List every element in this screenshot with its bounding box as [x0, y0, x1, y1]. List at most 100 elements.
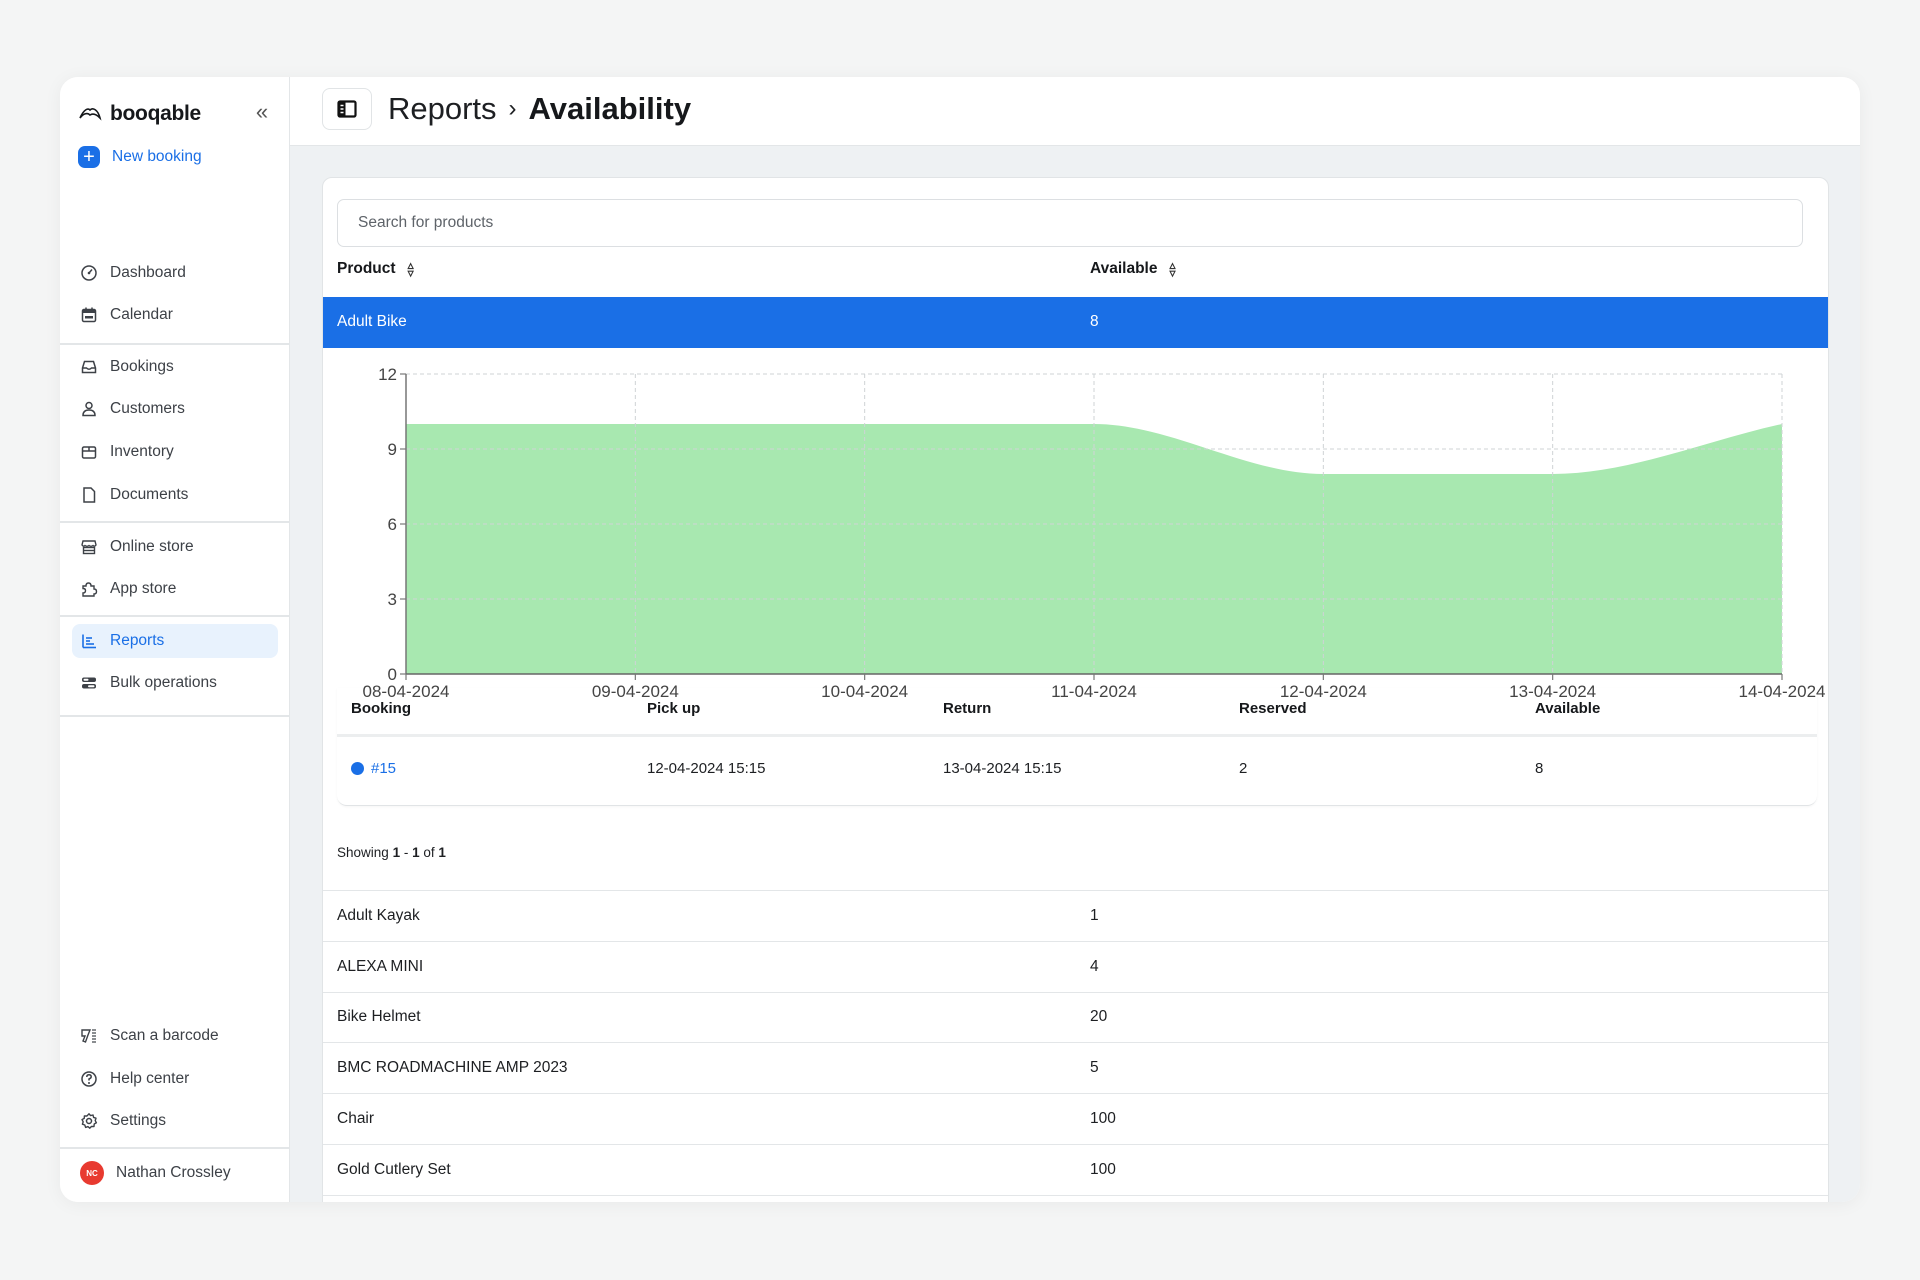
breadcrumb-separator: › [508, 95, 517, 122]
product-name: BMC ROADMACHINE AMP 2023 [337, 1059, 568, 1077]
booking-status-dot [351, 762, 364, 775]
table-row-selected[interactable]: Adult Bike 8 [323, 297, 1828, 348]
table-row[interactable]: ALEXA MINI 4 [323, 942, 1828, 993]
bookings-header-return: Return [943, 700, 992, 717]
bookings-header-reserved: Reserved [1239, 700, 1307, 717]
showing-total: 1 [438, 845, 446, 860]
showing-from: 1 [392, 845, 401, 860]
bookings-header-pickup: Pick up [647, 700, 701, 717]
help-icon [81, 1071, 97, 1087]
product-name: Adult Bike [337, 313, 407, 330]
y-tick-label: 12 [378, 365, 397, 384]
subtable-divider [337, 734, 1817, 737]
sidebar-divider [60, 521, 290, 523]
y-tick-label: 3 [388, 590, 397, 609]
booking-link[interactable]: #15 [351, 760, 396, 777]
booking-pickup: 12-04-2024 15:15 [647, 760, 766, 777]
puzzle-icon [82, 582, 98, 597]
nav-label: Customers [110, 400, 185, 417]
nav-label: New booking [112, 148, 202, 165]
sidebar-divider [60, 1147, 290, 1149]
dashboard-icon [81, 265, 97, 281]
product-name: Adult Kayak [337, 907, 420, 924]
product-available: 4 [1090, 957, 1099, 975]
user-menu[interactable]: NC Nathan Crossley [72, 1156, 278, 1190]
product-name: Bike Helmet [337, 1008, 421, 1026]
calendar-icon [81, 307, 97, 323]
logo[interactable]: booqable [78, 99, 201, 129]
showing-of: of [423, 845, 435, 860]
breadcrumb-reports-link[interactable]: Reports [388, 91, 497, 127]
booking-available: 8 [1535, 760, 1544, 777]
y-tick-label: 6 [388, 515, 397, 534]
sidebar-item-reports[interactable]: Reports [72, 624, 278, 658]
sidebar: booqable « + New booking Dashboard Calendar… [60, 77, 290, 1202]
sidebar-item-app-store[interactable]: App store [72, 572, 278, 606]
column-label: Available [1090, 260, 1158, 277]
pagination-summary: Showing 1 - 1 of 1 [337, 845, 446, 860]
product-available: 100 [1090, 1109, 1116, 1127]
product-name: ALEXA MINI [337, 957, 424, 975]
nav-label: Calendar [110, 306, 173, 323]
table-row[interactable]: Gold Cutlery Set 100 [323, 1145, 1828, 1196]
nav-label: App store [110, 580, 177, 597]
booking-number: #15 [371, 760, 397, 777]
column-label: Product [337, 260, 396, 277]
booking-return: 13-04-2024 15:15 [943, 760, 1062, 777]
column-header-available[interactable]: Available ▵ ▿ [1090, 258, 1176, 280]
gear-icon [81, 1113, 98, 1129]
store-icon [81, 540, 97, 555]
sidebar-item-settings[interactable]: Settings [72, 1104, 278, 1138]
nav-label: Bookings [110, 358, 174, 375]
table-row[interactable]: BMC ROADMACHINE AMP 2023 5 [323, 1043, 1828, 1095]
product-list: Adult Kayak 1 ALEXA MINI 4 Bike Helmet 20 BMC … [323, 890, 1828, 1196]
breadcrumb: Reports › Availability [388, 91, 691, 127]
sidebar-item-help-center[interactable]: Help center [72, 1062, 278, 1096]
product-available: 20 [1090, 1008, 1108, 1026]
sort-icon: ▵ ▿ [1169, 258, 1176, 280]
sidebar-divider [60, 715, 290, 717]
y-tick-label: 9 [388, 440, 397, 459]
showing-dash: - [403, 845, 409, 860]
toggle-sidebar-button[interactable] [322, 88, 372, 130]
barcode-scanner-icon [81, 1029, 96, 1043]
product-name: Gold Cutlery Set [337, 1160, 451, 1178]
nav-label: Bulk operations [110, 674, 217, 691]
sidebar-item-bulk-operations[interactable]: Bulk operations [72, 666, 278, 700]
availability-chart: 03691208-04-2024 09-04-2024 10-04-2024 11-0… [363, 365, 1826, 701]
availability-card: Product ▵▿ Available ▵▿ Adult Bike 8 036… [322, 177, 1829, 1202]
column-header-product[interactable]: Product ▵ ▿ [337, 259, 414, 279]
table-row[interactable]: Adult Kayak 1 [323, 891, 1828, 942]
nav-label: Scan a barcode [110, 1027, 219, 1044]
booqable-logo-icon [79, 108, 102, 121]
showing-prefix: Showing [337, 845, 389, 860]
sidebar-item-scan-a-barcode[interactable]: Scan a barcode [72, 1019, 278, 1053]
sidebar-item-calendar[interactable]: Calendar [72, 298, 278, 332]
collapse-sidebar-icon[interactable]: « [250, 101, 274, 125]
document-icon [83, 487, 96, 503]
nav-label: Inventory [110, 443, 174, 460]
booking-reserved: 2 [1239, 760, 1248, 777]
sidebar-item-dashboard[interactable]: Dashboard [72, 256, 278, 290]
product-available: 5 [1090, 1059, 1099, 1077]
sidebar-item-customers[interactable]: Customers [72, 392, 278, 426]
box-icon [81, 446, 97, 459]
nav-label: Help center [110, 1070, 190, 1087]
product-available: 8 [1090, 313, 1099, 330]
product-search-input[interactable] [337, 199, 1803, 247]
sidebar-item-documents[interactable]: Documents [72, 478, 278, 512]
sidebar-item-bookings[interactable]: Bookings [72, 350, 278, 384]
bookings-header-available: Available [1535, 700, 1601, 717]
sidebar-item-inventory[interactable]: Inventory [72, 435, 278, 469]
reports-icon [82, 634, 96, 649]
table-row[interactable]: Chair 100 [323, 1094, 1828, 1145]
product-available: 1 [1090, 907, 1099, 924]
inbox-icon [81, 360, 97, 374]
main-content: Product ▵▿ Available ▵▿ Adult Bike 8 036… [290, 146, 1860, 1202]
sidebar-divider [60, 343, 290, 345]
sidebar-item-online-store[interactable]: Online store [72, 530, 278, 564]
table-row[interactable]: Bike Helmet 20 [323, 992, 1828, 1044]
new-booking-button[interactable]: + New booking [72, 140, 278, 174]
plus-icon: + [78, 146, 100, 168]
nav-label: Settings [110, 1112, 167, 1129]
